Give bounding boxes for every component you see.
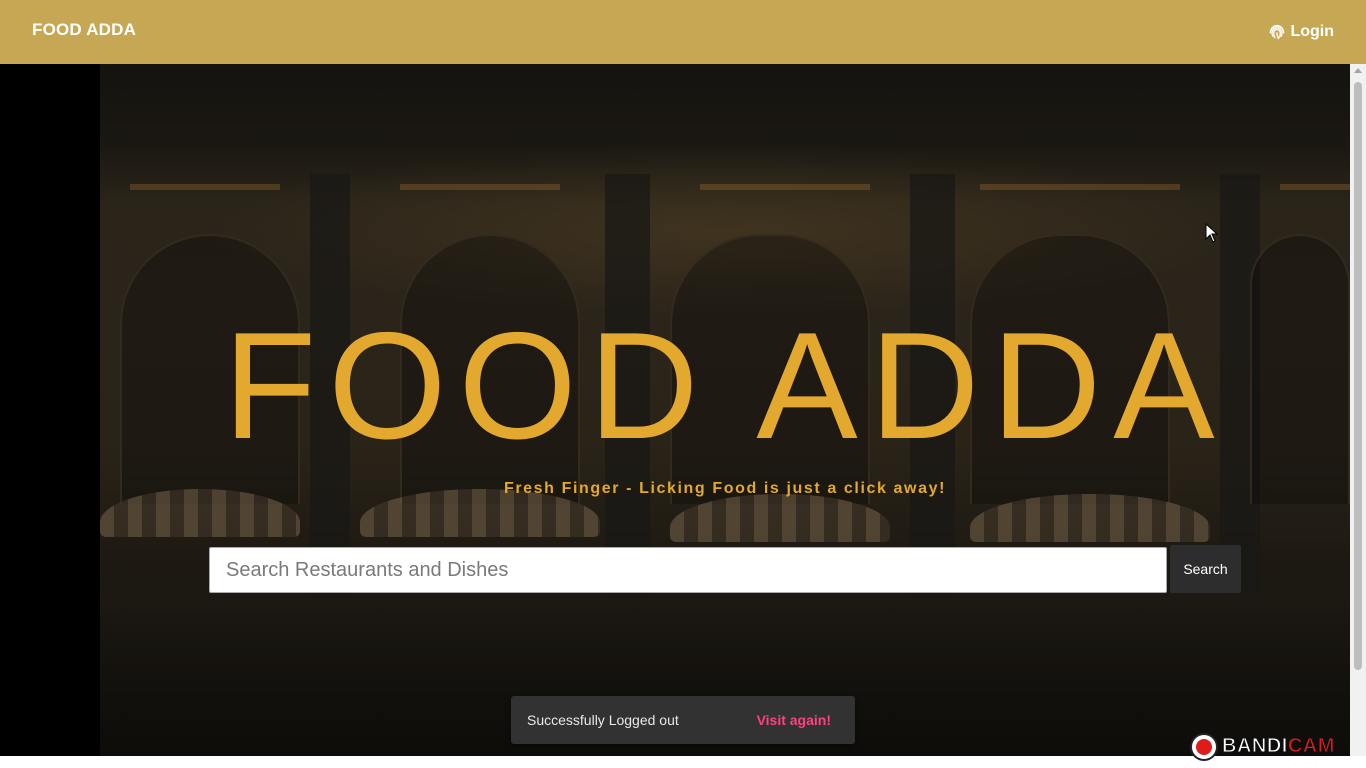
record-icon	[1190, 732, 1218, 761]
hero-tagline: Fresh Finger - Licking Food is just a cl…	[503, 480, 947, 497]
search-button[interactable]: Search	[1170, 545, 1241, 593]
vertical-scrollbar[interactable]	[1350, 64, 1366, 756]
logout-snackbar: Successfully Logged out Visit again!	[511, 696, 855, 744]
scroll-up-arrow-icon[interactable]	[1354, 68, 1362, 73]
left-black-margin	[0, 64, 100, 756]
login-label: Login	[1290, 23, 1334, 40]
fingerprint-icon	[1270, 24, 1285, 40]
page-bottom-edge	[0, 756, 1366, 768]
login-button[interactable]: Login	[1267, 20, 1334, 44]
brand-logo-text[interactable]: FOOD ADDA	[32, 20, 136, 40]
scrollbar-thumb[interactable]	[1354, 82, 1362, 670]
visit-again-button[interactable]: Visit again!	[757, 712, 831, 728]
bandicam-watermark: BANDICAM	[1190, 731, 1366, 762]
search-input[interactable]	[209, 547, 1167, 593]
mouse-pointer-icon	[1205, 223, 1219, 243]
top-navbar: FOOD ADDA Login	[0, 0, 1366, 64]
snackbar-message: Successfully Logged out	[527, 712, 679, 728]
hero-title: FOOD ADDA	[223, 301, 1227, 471]
watermark-text: BANDICAM	[1222, 735, 1335, 758]
